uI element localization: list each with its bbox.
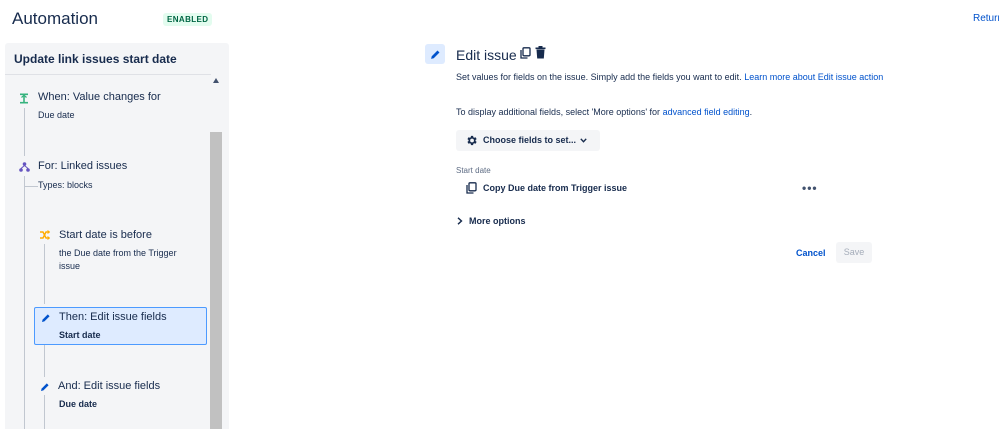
save-button[interactable]: Save [836,242,872,263]
advanced-field-editing-link[interactable]: advanced field editing [663,107,750,117]
component-title: Then: Edit issue fields [59,311,167,323]
learn-more-link[interactable]: Learn more about Edit issue action [744,72,883,82]
trash-icon[interactable] [535,46,546,59]
return-link[interactable]: Return [973,13,999,24]
page-title: Automation [12,9,98,28]
scrollbar-thumb[interactable] [210,132,222,429]
component-subtitle: Due date [38,110,75,120]
editor-title: Edit issue [456,47,517,63]
rule-component-branch[interactable]: For: Linked issues Types: blocks [14,157,204,193]
rule-component-trigger[interactable]: When: Value changes for Due date [14,88,204,124]
choose-fields-label: Choose fields to set... [483,135,577,145]
component-title: For: Linked issues [38,160,128,172]
branch-icon [19,162,30,172]
condition-icon [40,230,50,240]
component-subtitle: Types: blocks [38,180,93,190]
component-subtitle: Start date [59,330,101,340]
component-title: Start date is before [59,229,152,241]
additional-text: To display additional fields, select 'Mo… [456,107,661,117]
field-value-copy[interactable]: Copy Due date from Trigger issue [483,183,627,193]
rule-component-action[interactable]: And: Edit issue fields Due date [34,377,206,413]
note-period: . [749,107,753,117]
description-text: Set values for fields on the issue. Simp… [456,72,742,82]
pencil-icon [42,314,50,322]
scroll-up-arrow-icon[interactable] [213,78,219,83]
cancel-button[interactable]: Cancel [796,248,826,258]
copy-icon [466,182,477,194]
panel-divider [5,74,211,75]
status-badge: ENABLED [163,13,213,26]
editor-description: Set values for fields on the issue. Simp… [456,71,896,84]
connector-line [44,345,45,377]
rule-name: Update link issues start date [14,52,177,66]
connector-line [24,186,25,429]
component-title: And: Edit issue fields [58,380,161,392]
trigger-icon [20,93,28,104]
component-title: When: Value changes for [38,91,161,103]
field-label-start-date: Start date [456,166,491,175]
chevron-down-icon [580,138,587,143]
additional-fields-note: To display additional fields, select 'Mo… [456,107,752,117]
chevron-right-icon[interactable] [457,217,463,225]
more-actions-icon[interactable]: ••• [802,181,818,195]
gear-icon [467,135,477,146]
copy-icon[interactable] [520,47,531,59]
edit-issue-icon-tile [425,44,445,64]
rule-component-action-selected[interactable]: Then: Edit issue fields Start date [34,307,207,345]
pencil-icon [431,50,440,59]
rule-component-condition[interactable]: Start date is before the Due date from t… [34,226,206,276]
more-options-toggle[interactable]: More options [469,216,526,226]
component-subtitle: the Due date from the Trigger issue [59,248,177,271]
pencil-icon [41,383,49,391]
component-subtitle: Due date [59,399,98,409]
